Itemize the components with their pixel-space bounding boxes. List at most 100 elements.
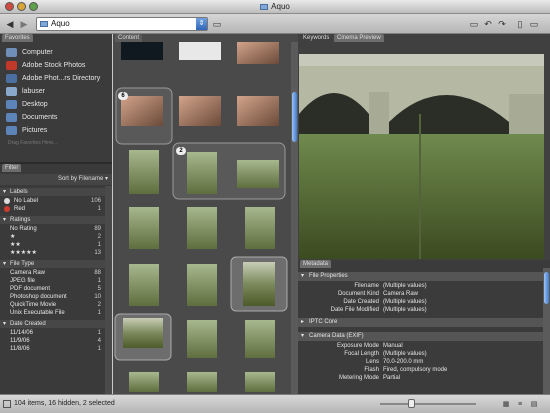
metadata-row: Date Created (Multiple values) [298, 299, 544, 306]
filter-row[interactable]: 11/8/06 1 [0, 345, 105, 353]
thumbnail[interactable] [187, 264, 217, 306]
metadata-value[interactable]: (Multiple values) [383, 299, 427, 306]
filter-row[interactable]: No Label 106 [0, 197, 105, 205]
favorite-item[interactable]: Documents [0, 111, 112, 124]
thumbnail[interactable] [187, 207, 217, 249]
metadata-value[interactable]: Camera Raw [383, 291, 418, 298]
filter-row[interactable]: ★★★★★ 13 [0, 249, 105, 257]
slider-knob[interactable] [408, 399, 415, 408]
thumbnail[interactable] [237, 160, 279, 188]
new-folder-icon[interactable]: ▭ [468, 18, 480, 30]
thumbnail-grid [114, 42, 288, 392]
favorite-item[interactable]: Adobe Stock Photos [0, 59, 112, 72]
filter-group-header[interactable]: Date Created [0, 320, 105, 328]
favorite-item[interactable]: Desktop [0, 98, 112, 111]
filter-group-header[interactable]: Labels [0, 188, 105, 196]
thumbnail[interactable] [129, 207, 159, 249]
thumbnail[interactable] [129, 264, 159, 306]
view-details-icon[interactable]: ▤ [528, 399, 540, 411]
tab-filter[interactable]: Filter [2, 164, 22, 172]
filter-scrollbar[interactable] [105, 186, 112, 394]
sort-dropdown[interactable]: Sort by Filename ▾ [0, 174, 112, 185]
thumbnail[interactable] [179, 42, 221, 60]
thumbnail[interactable] [245, 207, 275, 249]
favorite-item[interactable]: Pictures [0, 124, 112, 137]
favorite-icon [6, 61, 17, 70]
thumbnail[interactable] [187, 320, 217, 358]
filter-label: PDF document [10, 286, 51, 292]
scroll-knob[interactable] [292, 92, 297, 142]
thumbnail[interactable] [245, 372, 275, 392]
tab-cinema-preview[interactable]: Cinema Preview [334, 34, 384, 42]
recent-folders-icon[interactable]: ▭ [211, 18, 223, 30]
filter-row[interactable]: Photoshop document 10 [0, 293, 105, 301]
metadata-value[interactable]: (Multiple values) [383, 307, 427, 314]
metadata-value[interactable]: (Multiple values) [383, 283, 427, 290]
thumbnail[interactable] [243, 262, 275, 306]
pin-icon[interactable] [3, 400, 11, 408]
metadata-scrollbar[interactable] [543, 268, 550, 394]
metadata-value[interactable]: Fired, compulsory mode [383, 367, 447, 374]
filter-group-header[interactable]: Ratings [0, 216, 105, 224]
stack-count-badge[interactable]: 2 [176, 147, 186, 155]
thumbnail[interactable] [129, 150, 159, 194]
metadata-section-header[interactable]: File Properties [298, 272, 544, 281]
trash-icon[interactable]: ▯ [514, 18, 526, 30]
preview-image [299, 54, 544, 259]
view-grid-icon[interactable]: ▦ [500, 399, 512, 411]
thumbnail[interactable] [129, 372, 159, 392]
favorite-item[interactable]: labuser [0, 85, 112, 98]
chevron-down-icon[interactable]: ⇕ [196, 18, 207, 30]
favorite-icon [6, 126, 17, 135]
rotate-right-icon[interactable]: ↷ [496, 18, 508, 30]
thumbnail[interactable] [123, 318, 163, 348]
filter-row[interactable]: Unix Executable File 1 [0, 309, 105, 317]
rotate-left-icon[interactable]: ↶ [482, 18, 494, 30]
window-title-text: Aquo [271, 2, 290, 11]
metadata-value[interactable]: Partial [383, 375, 400, 382]
metadata-value[interactable]: (Multiple values) [383, 351, 427, 358]
view-toggle-icon[interactable]: ▭ [528, 18, 540, 30]
filter-row[interactable]: QuickTime Movie 2 [0, 301, 105, 309]
filter-row[interactable]: Red 1 [0, 205, 105, 213]
tab-keywords[interactable]: Keywords [300, 34, 332, 42]
filter-row[interactable]: PDF document 5 [0, 285, 105, 293]
thumbnail[interactable] [179, 96, 221, 126]
tab-content[interactable]: Content [115, 34, 143, 42]
filter-count: 13 [94, 250, 101, 256]
filter-row[interactable]: ★★ 1 [0, 241, 105, 249]
favorite-icon [6, 113, 17, 122]
thumbnail[interactable] [237, 96, 279, 126]
filter-row[interactable]: Camera Raw 88 [0, 269, 105, 277]
thumbnail[interactable] [187, 372, 217, 392]
metadata-section-header[interactable]: IPTC Core [298, 318, 544, 327]
stack-count-badge[interactable]: 6 [118, 92, 128, 100]
scroll-knob[interactable] [544, 272, 549, 304]
content-scrollbar[interactable] [291, 42, 298, 394]
filter-row[interactable]: ★ 2 [0, 233, 105, 241]
favorite-item[interactable]: Computer [0, 46, 112, 59]
forward-arrow-icon[interactable]: ▶ [18, 18, 30, 30]
thumbnail-size-slider[interactable] [380, 399, 476, 408]
filter-panel: Filter Sort by Filename ▾ LabelsNo Label… [0, 162, 112, 394]
path-dropdown[interactable]: Aquo ⇕ [36, 17, 208, 31]
tab-metadata[interactable]: Metadata [300, 260, 332, 268]
thumbnail[interactable] [237, 42, 279, 64]
thumbnail[interactable] [121, 96, 163, 126]
filter-row[interactable]: 11/9/06 4 [0, 337, 105, 345]
thumbnail[interactable] [245, 320, 275, 358]
favorite-item[interactable]: Adobe Phot...rs Directory [0, 72, 112, 85]
back-arrow-icon[interactable]: ◀ [4, 18, 16, 30]
metadata-row: Date File Modified (Multiple values) [298, 307, 544, 314]
thumbnail[interactable] [121, 42, 163, 60]
filter-row[interactable]: 11/14/06 1 [0, 329, 105, 337]
filter-row[interactable]: No Rating 89 [0, 225, 105, 233]
tab-favorites[interactable]: Favorites [2, 34, 33, 42]
metadata-value[interactable]: Manual [383, 343, 403, 350]
filter-row[interactable]: JPEG file 1 [0, 277, 105, 285]
view-list-icon[interactable]: ≡ [514, 399, 526, 411]
metadata-section-header[interactable]: Camera Data (EXIF) [298, 332, 544, 341]
metadata-value[interactable]: 70.0-200.0 mm [383, 359, 423, 366]
thumbnail[interactable] [187, 152, 217, 194]
filter-group-header[interactable]: File Type [0, 260, 105, 268]
